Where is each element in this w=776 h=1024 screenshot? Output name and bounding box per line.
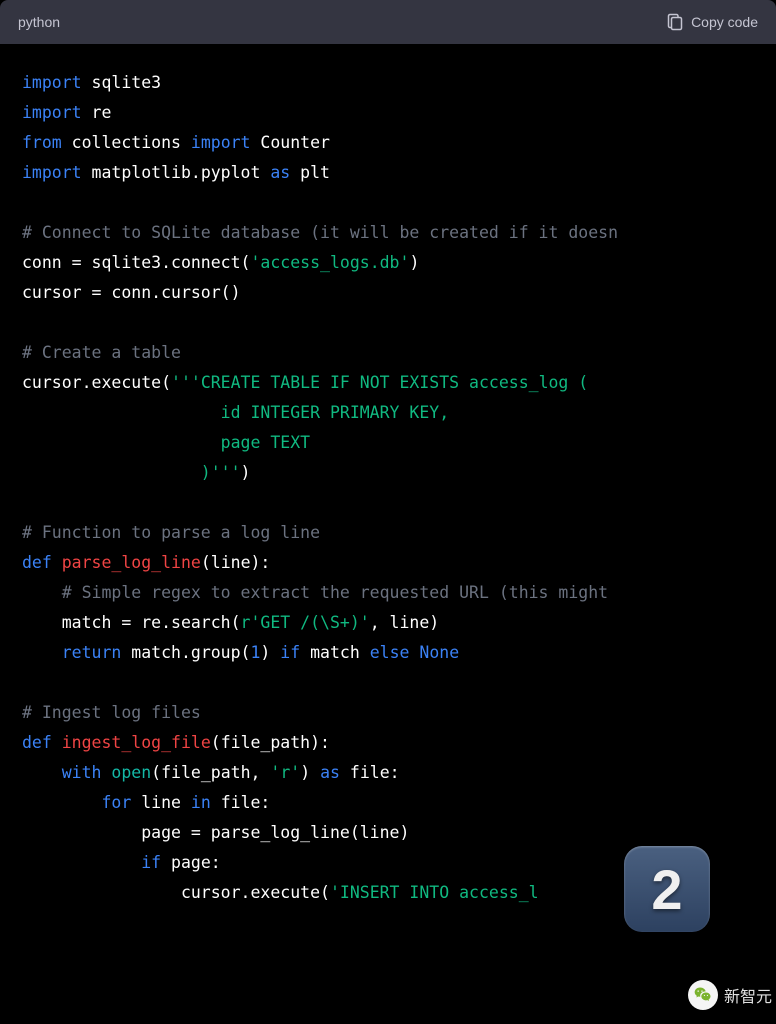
code-content: import sqlite3 import re from collection… — [0, 44, 776, 932]
copy-code-button[interactable]: Copy code — [667, 13, 758, 31]
app-badge-icon: 2 — [624, 846, 710, 932]
wechat-icon — [688, 980, 718, 1010]
badge-number: 2 — [651, 857, 682, 922]
wechat-source-overlay: 新智元 — [688, 980, 776, 1010]
copy-code-label: Copy code — [691, 14, 758, 30]
code-header: python Copy code — [0, 0, 776, 44]
language-label: python — [18, 14, 60, 30]
clipboard-icon — [667, 13, 683, 31]
source-label: 新智元 — [724, 983, 772, 1007]
